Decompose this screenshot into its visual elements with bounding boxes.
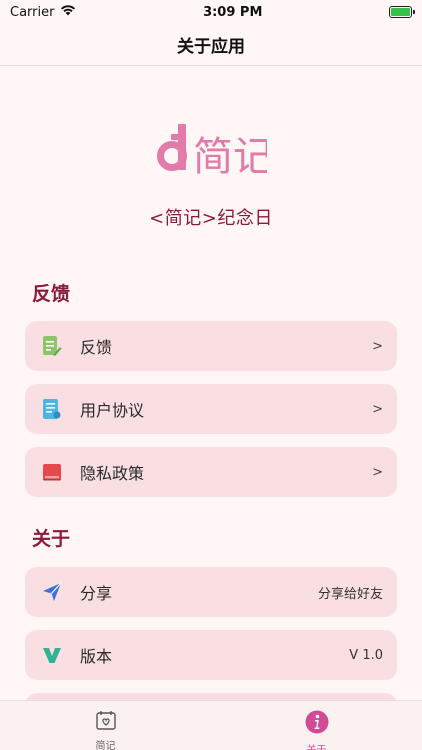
version-value: V 1.0 (349, 647, 383, 663)
chevron-right-icon: > (372, 338, 383, 354)
privacy-policy-row[interactable]: 隐私政策 > (25, 447, 397, 497)
tab-bar: 简记 关于 (0, 700, 422, 750)
section-title-about: 关于 (32, 528, 71, 550)
clock: 3:09 PM (203, 4, 263, 20)
page-title: 关于应用 (177, 37, 245, 57)
chevron-right-icon: > (372, 401, 383, 417)
carrier-label: Carrier (10, 4, 55, 20)
logo-area: 简记 <简记>纪念日 (0, 120, 422, 230)
user-agreement-row[interactable]: 用户协议 > (25, 384, 397, 434)
document-icon (41, 398, 63, 420)
tab-about[interactable]: 关于 (211, 701, 422, 750)
tab-jianji[interactable]: 简记 (0, 701, 211, 750)
svg-text:简记: 简记 (193, 134, 267, 180)
chevron-right-icon: > (372, 464, 383, 480)
battery-icon (388, 6, 415, 18)
app-subtitle: <简记>纪念日 (149, 208, 273, 229)
privacy-policy-label: 隐私政策 (80, 464, 145, 483)
status-bar: Carrier 3:09 PM (0, 0, 422, 24)
about-screen: Carrier 3:09 PM 关于应用 简记 <简记>纪念日 反馈 反馈 > … (0, 0, 422, 750)
info-icon (305, 710, 329, 738)
share-label: 分享 (80, 584, 113, 603)
send-icon (41, 581, 63, 603)
calendar-heart-icon (95, 710, 117, 734)
book-icon (41, 461, 63, 483)
share-value: 分享给好友 (317, 586, 383, 602)
nav-bar: 关于应用 (0, 24, 422, 66)
user-agreement-label: 用户协议 (80, 401, 145, 420)
status-left: Carrier (10, 4, 76, 20)
share-row[interactable]: 分享 分享给好友 (25, 567, 397, 617)
feedback-row[interactable]: 反馈 > (25, 321, 397, 371)
version-row[interactable]: 版本 V 1.0 (25, 630, 397, 680)
tab-label: 简记 (95, 741, 116, 750)
wifi-icon (60, 4, 76, 20)
section-title-feedback: 反馈 (32, 283, 71, 305)
tab-label: 关于 (307, 741, 327, 750)
feedback-label: 反馈 (80, 338, 113, 357)
version-label: 版本 (80, 647, 113, 666)
edit-note-icon (41, 335, 63, 357)
app-logo: 简记 (155, 120, 273, 184)
version-v-icon (41, 644, 63, 666)
